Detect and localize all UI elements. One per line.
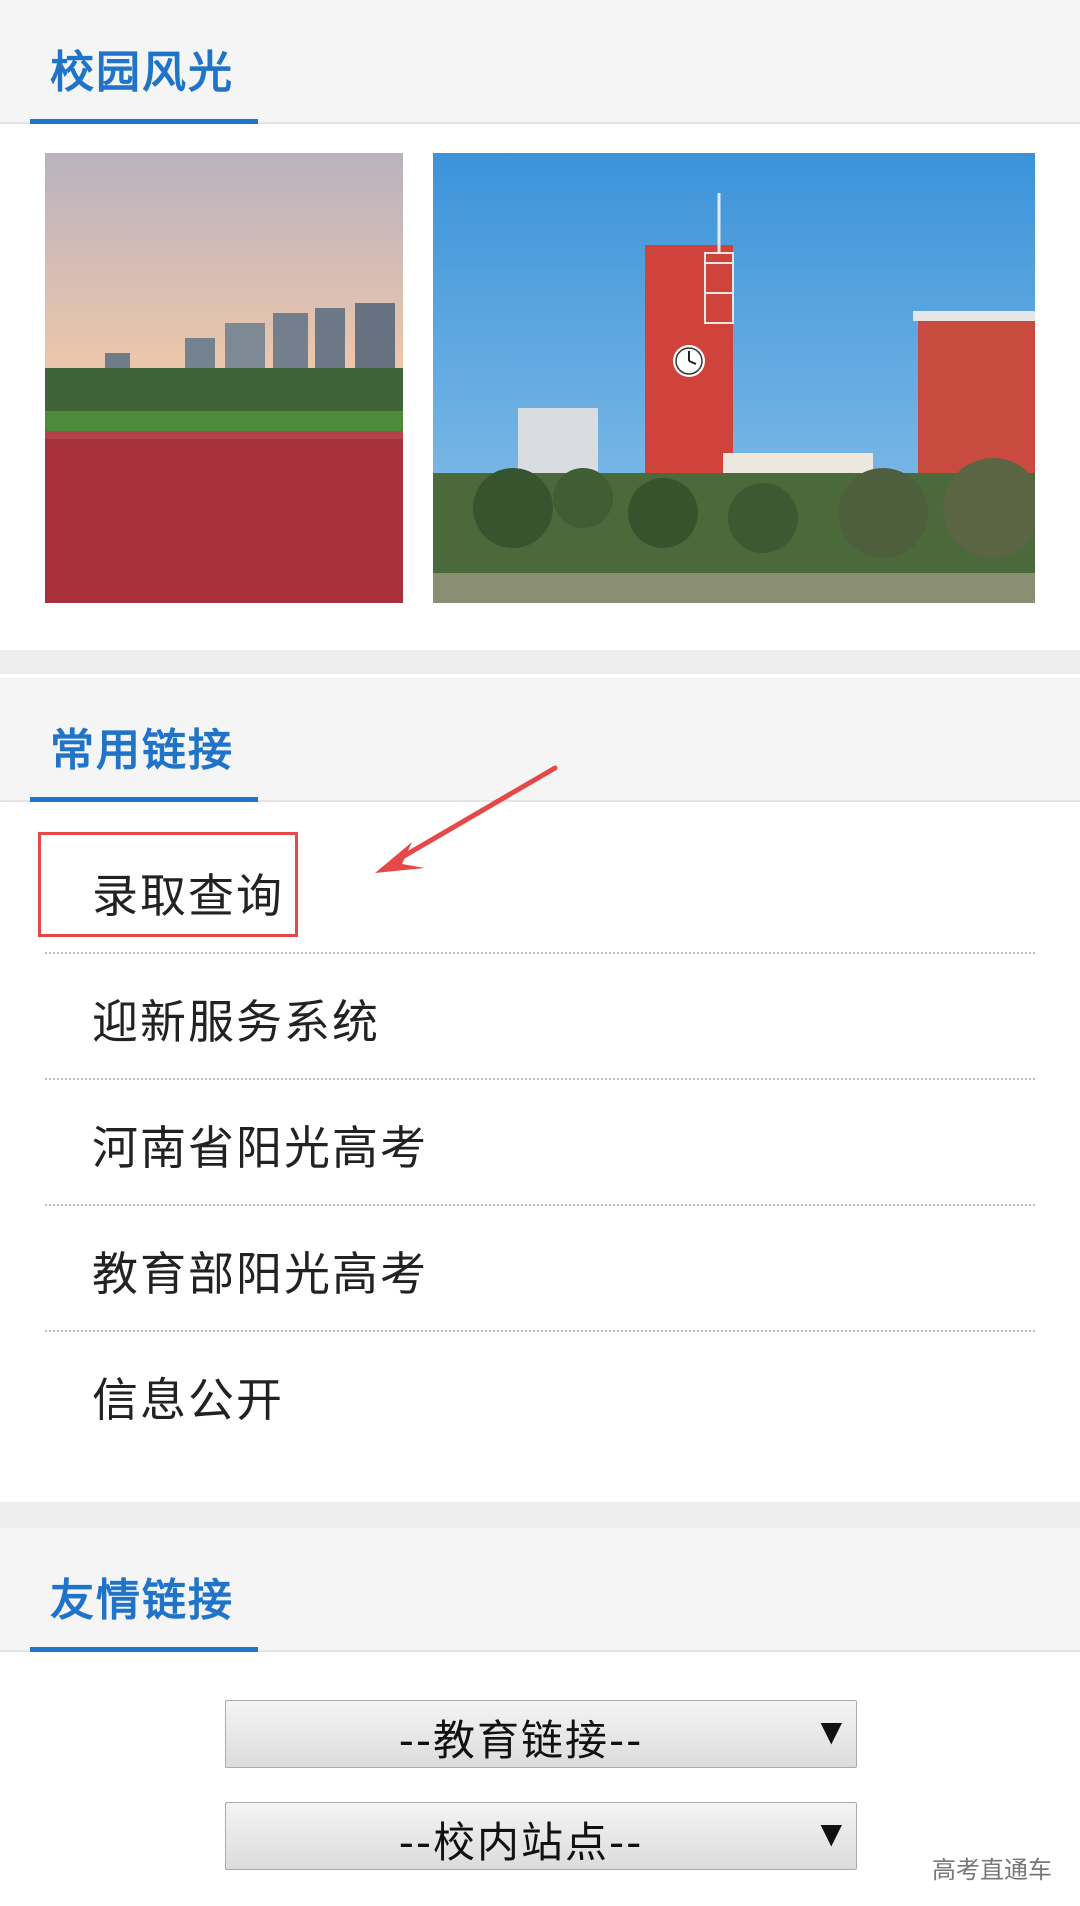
link-info-disclosure[interactable]: 信息公开 [45,1332,1035,1456]
campus-photo-clock-tower[interactable] [433,153,1035,603]
campus-scenery-title: 校园风光 [50,47,234,98]
select-value: --校内站点-- [398,1818,644,1867]
campus-photo-track[interactable] [45,153,403,603]
section-gap [0,650,1080,674]
campus-scenery-header: 校园风光 [0,0,1080,124]
select-value: --教育链接-- [398,1716,644,1765]
link-freshman-service[interactable]: 迎新服务系统 [45,954,1035,1080]
watermark: 高考直通车 [932,1856,1052,1884]
friend-links-title: 友情链接 [50,1575,234,1626]
common-links-title: 常用链接 [50,725,234,776]
link-label: 迎新服务系统 [92,995,380,1049]
link-label: 教育部阳光高考 [92,1247,428,1301]
campus-sites-select[interactable]: --校内站点-- ▼ [225,1802,857,1870]
annotation-highlight-box [38,832,298,937]
dropdown-arrow-icon: ▼ [820,1817,842,1850]
section-underline [30,119,258,124]
section-underline [30,797,258,802]
link-label: 河南省阳光高考 [92,1121,428,1175]
annotation-arrow-icon [375,765,558,873]
friend-links-header: 友情链接 [0,1528,1080,1652]
section-gap [0,1502,1080,1528]
education-links-select[interactable]: --教育链接-- ▼ [225,1700,857,1768]
link-henan-sunshine-gaokao[interactable]: 河南省阳光高考 [45,1080,1035,1206]
link-moe-sunshine-gaokao[interactable]: 教育部阳光高考 [45,1206,1035,1332]
link-label: 信息公开 [92,1373,284,1427]
dropdown-arrow-icon: ▼ [820,1715,842,1748]
section-underline [30,1647,258,1652]
